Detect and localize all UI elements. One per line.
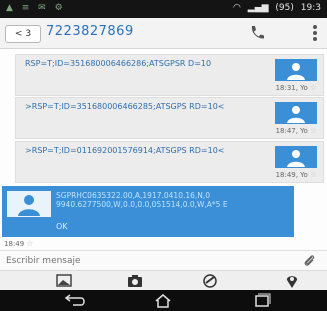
conversation-header: < 3 7223827869	[0, 18, 327, 49]
avatar-icon	[275, 59, 317, 81]
message-meta: 18:49 ☆	[4, 239, 33, 248]
wifi-icon: ◠	[233, 3, 241, 13]
message-meta: 18:47, Yo ☆	[276, 126, 317, 135]
outgoing-message[interactable]: >RSP=T;ID=011692001576914;ATSGPS RD=10< …	[15, 141, 324, 183]
message-time: 18:49, Yo	[275, 171, 308, 179]
message-time: 18:49	[4, 240, 25, 248]
signal-icon: ▂▄▆	[247, 3, 269, 13]
system-nav-bar	[0, 290, 327, 311]
avatar-icon	[275, 102, 317, 124]
message-time: 18:31, Yo	[275, 84, 308, 92]
compose-bar	[0, 250, 327, 271]
battery-level: (95)	[275, 3, 294, 13]
message-meta: 18:49, Yo ☆	[276, 170, 317, 179]
message-time: 18:47, Yo	[275, 127, 308, 135]
recents-icon[interactable]	[242, 293, 282, 308]
message-list[interactable]: RSP=T;ID=351680006466286;ATSGPSR D=10 18…	[0, 49, 327, 248]
avatar-icon	[275, 146, 317, 168]
star-icon[interactable]: ☆	[310, 170, 317, 179]
back-button[interactable]: < 3	[5, 25, 41, 43]
back-icon[interactable]	[55, 293, 95, 308]
message-text: >RSP=T;ID=011692001576914;ATSGPS RD=10<	[25, 146, 225, 155]
message-text: >RSP=T;ID=351680006466285;ATSGPS RD=10<	[25, 102, 225, 111]
message-input[interactable]	[6, 254, 266, 268]
star-icon[interactable]: ☆	[26, 239, 33, 248]
home-icon[interactable]	[143, 293, 183, 308]
unread-count: 3	[25, 29, 32, 39]
overflow-menu-icon[interactable]	[313, 25, 317, 41]
attachment-toolbar	[0, 270, 327, 291]
contact-title: 7223827869	[46, 24, 134, 39]
outgoing-message[interactable]: RSP=T;ID=351680006466286;ATSGPSR D=10 18…	[15, 54, 324, 96]
phone-icon[interactable]	[248, 24, 266, 42]
location-icon[interactable]	[272, 273, 312, 289]
outgoing-message[interactable]: >RSP=T;ID=351680006466285;ATSGPS RD=10< …	[15, 97, 324, 139]
incoming-message[interactable]: SGPRHC0635322.00,A,1917.0410.16,N,0 9940…	[2, 186, 294, 237]
clock: 19:3	[300, 3, 321, 13]
message-text: RSP=T;ID=351680006466286;ATSGPSR D=10	[25, 59, 212, 68]
message-meta: 18:31, Yo ☆	[276, 83, 317, 92]
star-icon[interactable]: ☆	[310, 126, 317, 135]
camera-icon[interactable]	[115, 273, 155, 289]
notification-icons: ▲ ≡ ✉ ⚙	[6, 3, 66, 13]
paperclip-icon[interactable]	[303, 254, 317, 268]
drawing-icon[interactable]	[190, 273, 230, 289]
star-icon[interactable]: ☆	[310, 83, 317, 92]
status-bar: ▲ ≡ ✉ ⚙ ◠ ▂▄▆ (95) 19:3	[0, 0, 327, 18]
back-chevron: <	[14, 29, 23, 39]
avatar-icon	[7, 191, 51, 217]
ok-label: OK	[56, 222, 68, 231]
gallery-icon[interactable]	[44, 273, 84, 289]
message-text: SGPRHC0635322.00,A,1917.0410.16,N,0 9940…	[56, 191, 228, 209]
status-right: ◠ ▂▄▆ (95) 19:3	[229, 3, 321, 13]
